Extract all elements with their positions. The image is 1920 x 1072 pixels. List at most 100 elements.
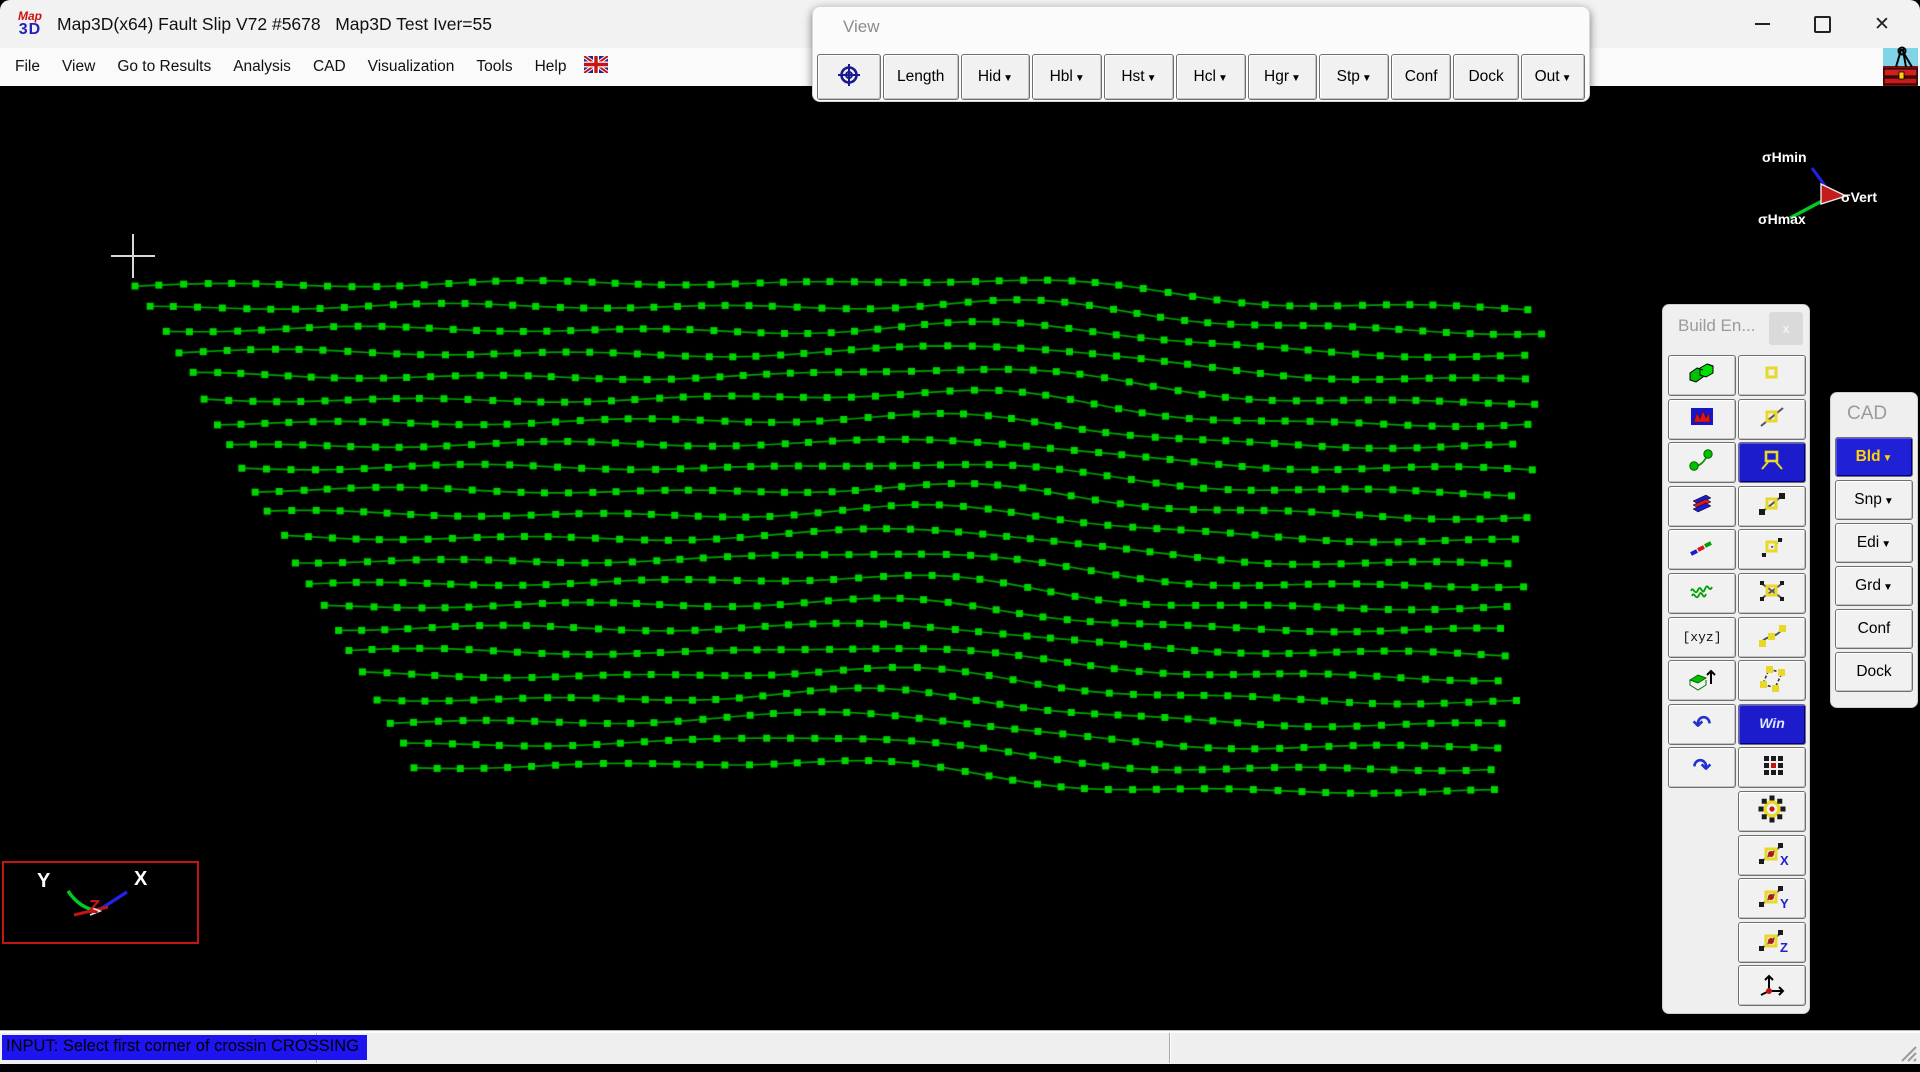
resize-grip[interactable]: [1897, 1042, 1917, 1062]
view-stp-button[interactable]: Stp▼: [1319, 54, 1389, 100]
map3d-logo-icon: Map 3D: [13, 10, 47, 38]
language-flag-icon[interactable]: [584, 56, 608, 78]
button-label: Stp: [1337, 68, 1360, 86]
lock-z-button[interactable]: Z: [1738, 922, 1806, 963]
lock-y-button[interactable]: Y: [1738, 878, 1806, 919]
button-label: Out: [1535, 68, 1560, 86]
button-label: Length: [897, 68, 944, 86]
build-freehand-button[interactable]: [1668, 573, 1736, 614]
grid-points-button[interactable]: [1738, 747, 1806, 788]
pick-window-button[interactable]: [1738, 442, 1806, 483]
sigma-hmax-label: σHmax: [1758, 211, 1806, 227]
dropdown-arrow-icon: ▼: [1881, 539, 1891, 550]
window-controls: ✕: [1732, 0, 1912, 48]
build-panel-close-button[interactable]: x: [1769, 312, 1803, 345]
build-blocks-button[interactable]: [1668, 355, 1736, 396]
spline-points-button[interactable]: [1738, 617, 1806, 658]
lock-x-button[interactable]: X: [1738, 835, 1806, 876]
lock-y-icon: Y: [1755, 882, 1789, 915]
build-layers-button[interactable]: [1668, 486, 1736, 527]
view-length-button[interactable]: Length: [883, 54, 959, 100]
menu-file[interactable]: File: [4, 58, 51, 76]
build-panel: Build En... x [xyz]↶↷WinXYZ: [1662, 304, 1810, 1014]
cad-grd-button[interactable]: Grd▼: [1835, 566, 1913, 606]
menu-visualization[interactable]: Visualization: [357, 58, 466, 76]
view-target-button[interactable]: [817, 54, 881, 100]
menu-cad[interactable]: CAD: [302, 58, 357, 76]
redo-button[interactable]: ↷: [1668, 747, 1736, 788]
button-label: Dock: [1468, 68, 1503, 86]
view-dock-button[interactable]: Dock: [1453, 54, 1519, 100]
status-divider: [1169, 1033, 1170, 1063]
view-conf-button[interactable]: Conf: [1391, 54, 1451, 100]
fault-grid-canvas[interactable]: [0, 86, 1920, 1030]
snap-endpoint-button[interactable]: [1738, 486, 1806, 527]
axis-origin-icon: [1755, 969, 1789, 1002]
snap-off-icon: [1755, 359, 1789, 392]
sigma-hmin-label: σHmin: [1762, 149, 1807, 165]
menu-analysis[interactable]: Analysis: [222, 58, 302, 76]
view-toolbar: View LengthHid▼Hbl▼Hst▼Hcl▼Hgr▼Stp▼ConfD…: [812, 6, 1590, 102]
svg-text:Z: Z: [1780, 940, 1788, 954]
stretch-points-button[interactable]: [1738, 660, 1806, 701]
build-freehand-icon: [1685, 577, 1719, 610]
cad-dock-button[interactable]: Dock: [1835, 652, 1913, 692]
menu-view[interactable]: View: [51, 58, 106, 76]
view-hgr-button[interactable]: Hgr▼: [1248, 54, 1318, 100]
build-surfaces-button[interactable]: [1668, 399, 1736, 440]
lock-x-icon: X: [1755, 839, 1789, 872]
dropdown-arrow-icon: ▼: [1883, 453, 1893, 464]
undo-button[interactable]: ↶: [1668, 704, 1736, 745]
build-polyline-icon: [1685, 446, 1719, 479]
build-blocks-icon: [1685, 359, 1719, 392]
view-hid-button[interactable]: Hid▼: [961, 54, 1031, 100]
dropdown-arrow-icon: ▼: [1003, 73, 1013, 84]
snap-midpoint-button[interactable]: [1738, 399, 1806, 440]
move-up-button[interactable]: [1668, 660, 1736, 701]
maximize-button[interactable]: [1792, 4, 1852, 44]
coordinates-xyz-button[interactable]: [xyz]: [1668, 617, 1736, 658]
window-select-icon: Win: [1759, 715, 1785, 733]
window-select-button[interactable]: Win: [1738, 704, 1806, 745]
model-viewport[interactable]: σHmin σVert σHmax: [0, 86, 1920, 1030]
view-hbl-button[interactable]: Hbl▼: [1032, 54, 1102, 100]
dropdown-arrow-icon: ▼: [1883, 582, 1893, 593]
build-polyline-button[interactable]: [1668, 442, 1736, 483]
close-button[interactable]: ✕: [1852, 4, 1912, 44]
lock-z-icon: Z: [1755, 926, 1789, 959]
snap-center-button[interactable]: [1738, 791, 1806, 832]
menu-help[interactable]: Help: [524, 58, 578, 76]
build-segments-icon: [1685, 533, 1719, 566]
build-layers-icon: [1685, 490, 1719, 523]
stretch-points-icon: [1755, 664, 1789, 697]
minimize-button[interactable]: [1732, 4, 1792, 44]
menu-tools[interactable]: Tools: [465, 58, 523, 76]
dropdown-arrow-icon: ▼: [1218, 73, 1228, 84]
snap-midpoint-icon: [1755, 403, 1789, 436]
cad-edi-button[interactable]: Edi▼: [1835, 523, 1913, 563]
mine-headframe-icon: [1882, 45, 1919, 92]
axis-y-label: Y: [37, 870, 51, 892]
snap-off-button[interactable]: [1738, 355, 1806, 396]
sigma-vert-label: σVert: [1841, 189, 1877, 205]
dropdown-arrow-icon: ▼: [1884, 496, 1894, 507]
view-hst-button[interactable]: Hst▼: [1104, 54, 1174, 100]
cad-conf-button[interactable]: Conf: [1835, 609, 1913, 649]
button-label: Hid: [978, 68, 1001, 86]
window-title: Map3D(x64) Fault Slip V72 #5678 Map3D Te…: [57, 14, 492, 35]
snap-nearest-button[interactable]: [1738, 529, 1806, 570]
snap-nearest-icon: [1755, 533, 1789, 566]
snap-intersection-button[interactable]: [1738, 573, 1806, 614]
cad-bld-button[interactable]: Bld▼: [1835, 437, 1913, 477]
logo-bottom-text: 3D: [13, 22, 47, 38]
cad-snp-button[interactable]: Snp▼: [1835, 480, 1913, 520]
build-segments-button[interactable]: [1668, 529, 1736, 570]
axis-x-label: X: [134, 868, 148, 890]
dropdown-arrow-icon: ▼: [1562, 73, 1572, 84]
view-out-button[interactable]: Out▼: [1521, 54, 1585, 100]
view-hcl-button[interactable]: Hcl▼: [1176, 54, 1246, 100]
status-input-prompt: INPUT: Select first corner of crossin CR…: [2, 1035, 367, 1060]
redo-icon: ↷: [1693, 756, 1711, 779]
menu-go-to-results[interactable]: Go to Results: [106, 58, 222, 76]
axis-origin-button[interactable]: [1738, 965, 1806, 1006]
